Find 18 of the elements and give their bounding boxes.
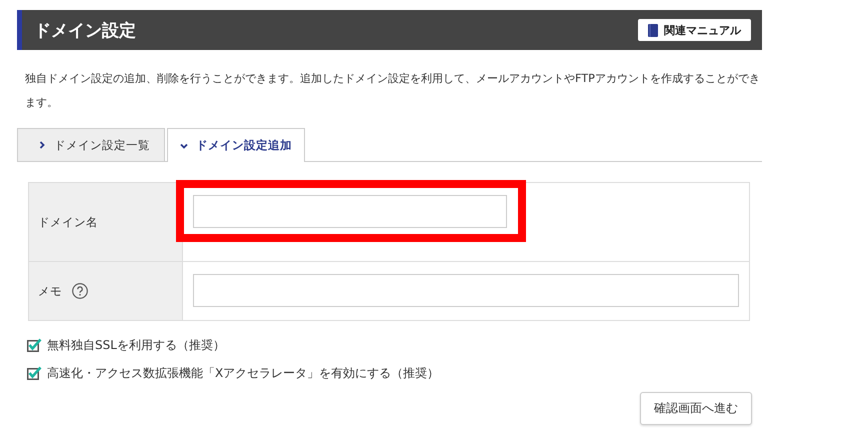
description-text: 独自ドメイン設定の追加、削除を行うことができます。追加したドメイン設定を利用して、メールアカウントやFTPアカウントを作成することができます。 xyxy=(24,71,761,111)
book-icon xyxy=(648,24,658,36)
tab[interactable]: ドメイン設定一覧 xyxy=(17,128,165,161)
input-field[interactable] xyxy=(193,195,507,228)
checkbox-label: 無料独自SSLを利用する（推奨） xyxy=(47,336,225,354)
tab[interactable]: ドメイン設定追加 xyxy=(167,128,305,162)
checkbox[interactable] xyxy=(27,338,42,352)
manual-button[interactable]: 関連マニュアル xyxy=(638,19,751,41)
help-icon[interactable] xyxy=(72,283,88,299)
checkbox-label: 高速化・アクセス数拡張機能「Xアクセラレータ」を有効にする（推奨） xyxy=(47,364,440,382)
field-label: メモ xyxy=(38,284,62,298)
chevron-down-icon xyxy=(180,142,188,150)
confirm-button[interactable]: 確認画面へ進む xyxy=(640,392,752,425)
input-field[interactable] xyxy=(193,274,739,307)
chevron-right-icon xyxy=(38,141,46,149)
page-title: ドメイン設定 xyxy=(34,20,136,42)
field-label: ドメイン名 xyxy=(38,214,98,230)
checkbox[interactable] xyxy=(27,366,42,380)
